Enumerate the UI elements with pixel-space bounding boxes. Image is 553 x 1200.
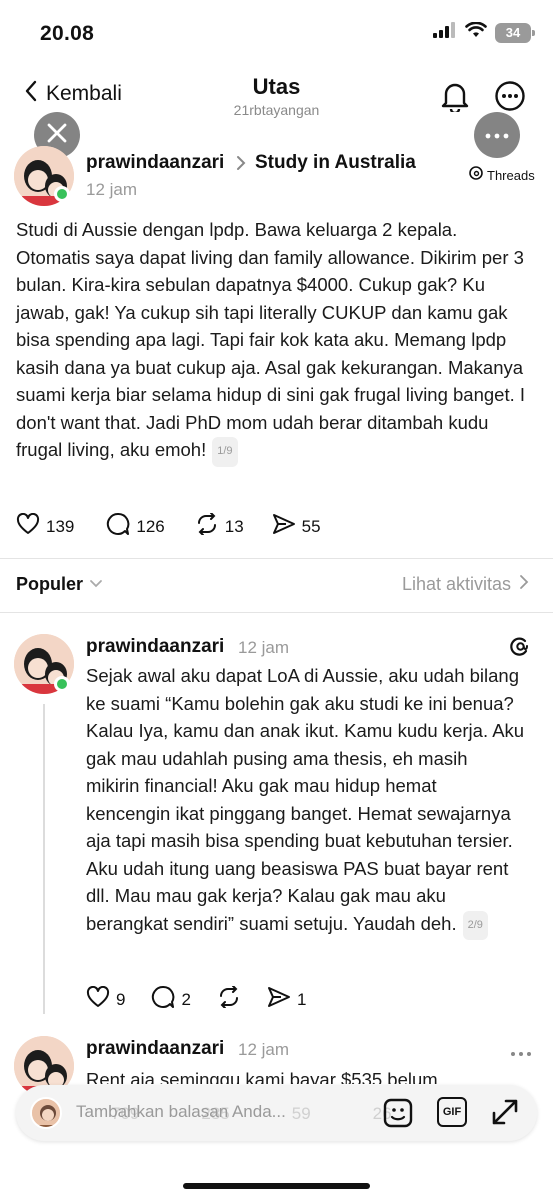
reply-username[interactable]: prawindaanzari xyxy=(86,1038,224,1060)
sort-label: Populer xyxy=(16,574,84,594)
reply-counter: 2/9 xyxy=(462,910,488,940)
reply-body: Sejak awal aku dapat LoA di Aussie, aku … xyxy=(86,662,526,940)
post-time: 12 jam xyxy=(86,180,138,199)
repost-count: 13 xyxy=(224,516,244,536)
chevron-right-icon xyxy=(236,155,246,176)
threads-badge: Threads xyxy=(469,166,535,185)
like-button[interactable]: 9 xyxy=(86,985,126,1013)
ellipsis-icon[interactable] xyxy=(510,1044,532,1062)
avatar xyxy=(30,1097,62,1129)
reply-text: Sejak awal aku dapat LoA di Aussie, aku … xyxy=(86,665,525,934)
repost-button[interactable]: 13 xyxy=(195,512,244,540)
post-counter: 1/9 xyxy=(212,437,238,467)
like-count: 9 xyxy=(116,989,126,1009)
online-indicator xyxy=(54,186,70,202)
view-activity-label: Lihat aktivitas xyxy=(401,574,511,594)
post-username[interactable]: prawindaanzari xyxy=(86,152,224,174)
reply-text: Rent aja seminggu kami bayar $535 belum xyxy=(86,1069,438,1084)
share-button[interactable]: 1 xyxy=(267,986,306,1013)
divider xyxy=(0,558,553,559)
reply-username[interactable]: prawindaanzari xyxy=(86,636,224,658)
online-indicator xyxy=(54,676,70,692)
home-indicator xyxy=(183,1183,370,1189)
reply-time: 12 jam xyxy=(238,1040,290,1059)
reply-input[interactable]: Tambahkan balasan Anda... xyxy=(76,1102,326,1122)
community-link[interactable]: Study in Australia xyxy=(255,152,416,174)
reply-time: 12 jam xyxy=(238,638,290,657)
comment-button[interactable]: 2 xyxy=(151,985,191,1014)
share-count: 55 xyxy=(301,516,321,536)
expand-icon[interactable] xyxy=(490,1097,520,1132)
reply-actions: 9 2 1 xyxy=(86,985,306,1014)
main-post: prawindaanzari Study in Australia 12 jam… xyxy=(0,0,553,560)
divider xyxy=(0,612,553,613)
view-activity-link[interactable]: Lihat aktivitas xyxy=(402,574,529,595)
thread-line xyxy=(43,704,45,1014)
threads-logo-icon xyxy=(508,634,532,663)
like-button[interactable]: 139 xyxy=(16,512,75,540)
post-text: Studi di Aussie dengan lpdp. Bawa keluar… xyxy=(16,219,526,460)
repost-icon xyxy=(217,985,241,1013)
share-button[interactable]: 55 xyxy=(272,513,321,540)
sort-dropdown[interactable]: Populer xyxy=(16,574,103,595)
post-actions: 139 126 13 55 xyxy=(16,512,321,541)
reply-composer: 709 285 59 26 Tambahkan balasan Anda... … xyxy=(16,1085,537,1141)
comment-button[interactable]: 126 xyxy=(106,512,165,541)
like-count: 139 xyxy=(46,516,75,536)
comment-count: 126 xyxy=(136,516,165,536)
chevron-right-icon xyxy=(519,574,529,595)
threads-logo-icon xyxy=(469,166,483,185)
chevron-down-icon xyxy=(89,576,103,594)
comment-count: 2 xyxy=(181,989,191,1009)
threads-badge-label: Threads xyxy=(487,168,535,183)
heart-icon xyxy=(86,985,110,1013)
gif-button[interactable]: GIF xyxy=(437,1097,467,1127)
comment-icon xyxy=(151,985,175,1014)
repost-icon xyxy=(195,512,219,540)
sticker-icon[interactable] xyxy=(382,1097,414,1134)
send-icon xyxy=(267,986,291,1013)
heart-icon xyxy=(16,512,40,540)
repost-button[interactable] xyxy=(217,985,241,1013)
share-count: 1 xyxy=(296,989,307,1009)
post-body: Studi di Aussie dengan lpdp. Bawa keluar… xyxy=(16,216,532,467)
comment-icon xyxy=(106,512,130,541)
send-icon xyxy=(272,513,296,540)
